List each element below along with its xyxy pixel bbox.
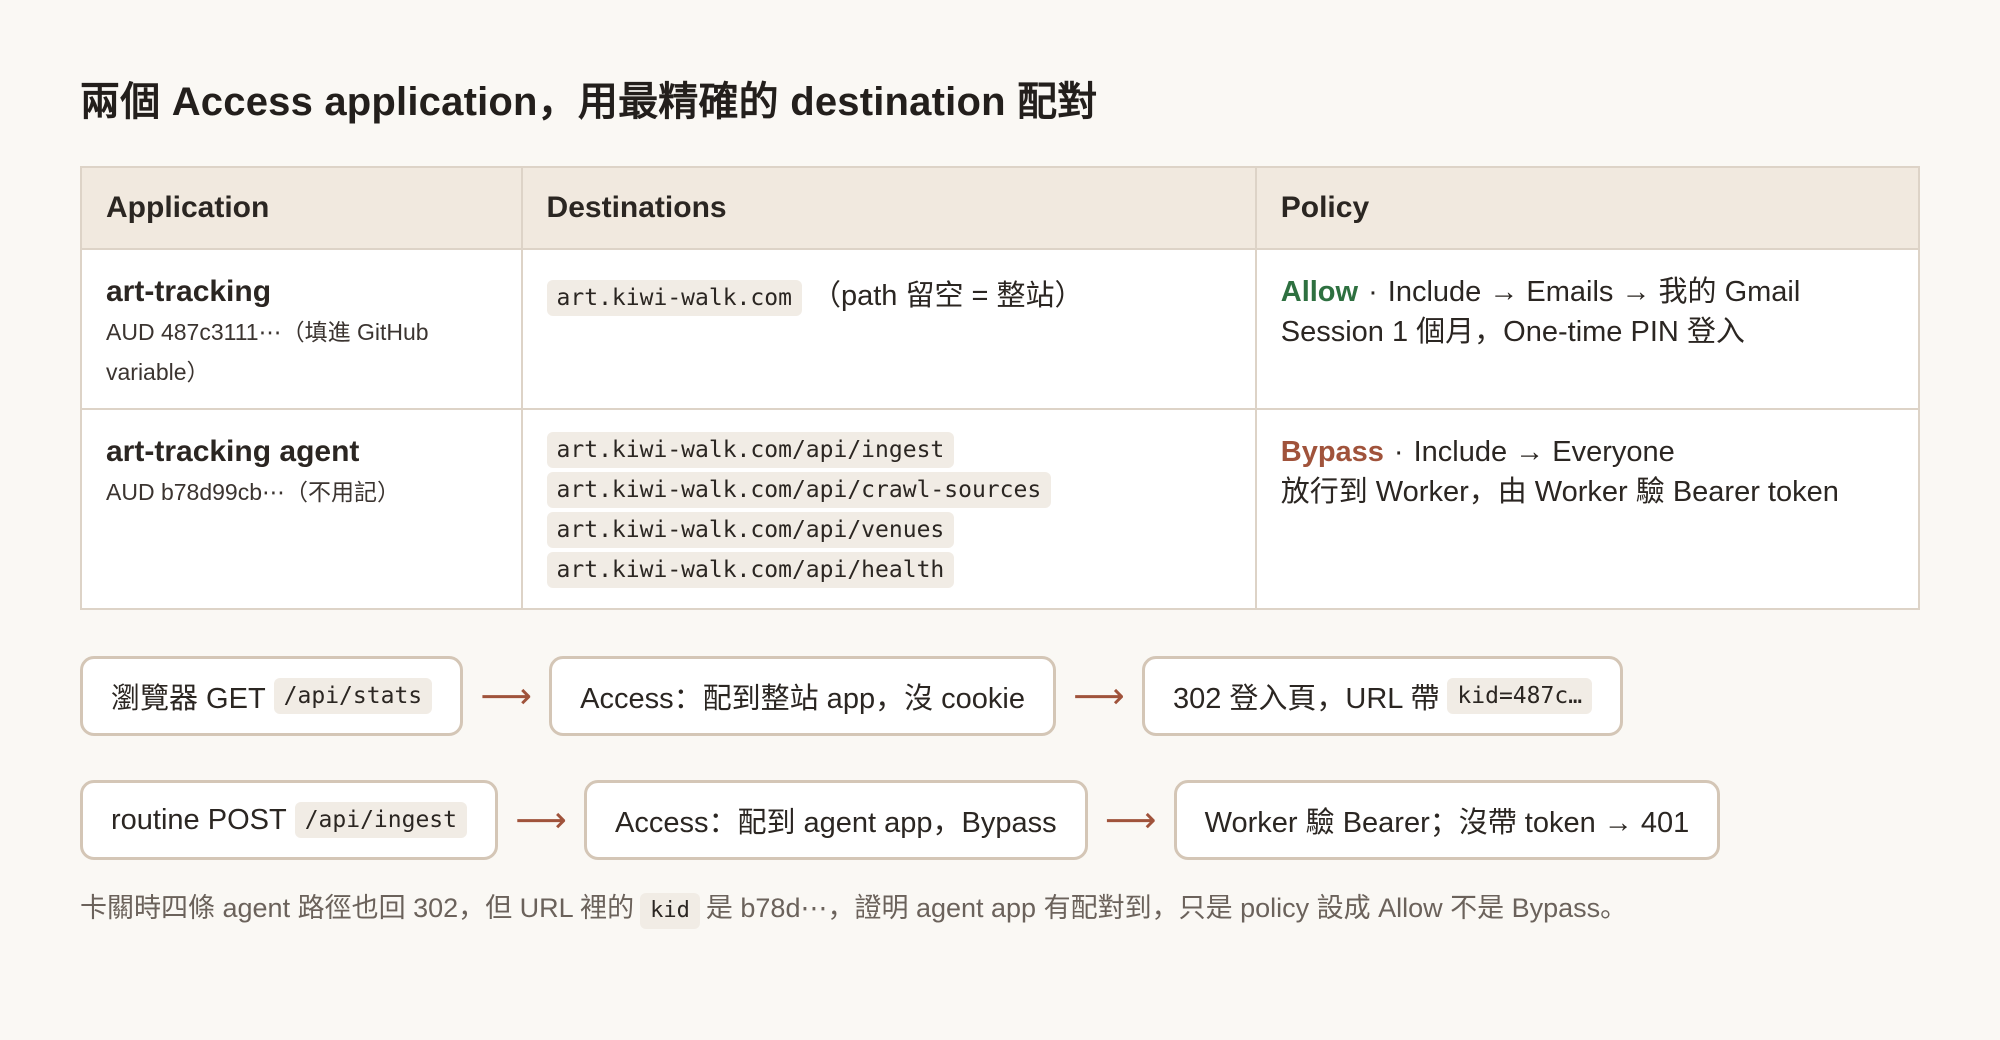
policy-action-allow: Allow xyxy=(1280,276,1359,308)
policy-rule: Include → Emails → 我的 Gmail xyxy=(1387,276,1801,308)
policy-action-bypass: Bypass xyxy=(1280,436,1384,468)
arrow-right-icon: ⟶ xyxy=(515,799,567,840)
flow-step-access: Access：配到整站 app，沒 cookie xyxy=(549,656,1056,736)
arrow-right-icon: ⟶ xyxy=(1073,675,1125,716)
table-row: art-tracking agent AUD b78d99cb⋯（不用記） ar… xyxy=(80,408,1921,610)
request-path-code: /api/ingest xyxy=(294,802,468,838)
flow-routine: routine POST/api/ingest ⟶ Access：配到 agen… xyxy=(80,780,1920,860)
policy-detail: 放行到 Worker，由 Worker 驗 Bearer token xyxy=(1280,476,1839,508)
header-destinations: Destinations xyxy=(520,166,1257,250)
access-applications-table: Application Destinations Policy art-trac… xyxy=(80,166,1921,610)
page-title: 兩個 Access application，用最精確的 destination … xyxy=(80,80,1098,124)
policy-rule: Include → Everyone xyxy=(1413,436,1675,468)
flow-step-result: Worker 驗 Bearer；沒帶 token → 401 xyxy=(1173,780,1721,860)
application-aud: AUD b78d99cb⋯（不用記） xyxy=(106,479,400,505)
policy-cell: Allow · Include → Emails → 我的 Gmail Sessio… xyxy=(1254,248,1921,410)
arrow-right-icon: ⟶ xyxy=(480,675,532,716)
page: 兩個 Access application，用最精確的 destination … xyxy=(0,0,2000,929)
destination-code: art.kiwi-walk.com/api/crawl-sources xyxy=(546,472,1052,508)
policy-detail: Session 1 個月，One-time PIN 登入 xyxy=(1280,316,1745,348)
flow-browser: 瀏覽器 GET/api/stats ⟶ Access：配到整站 app，沒 co… xyxy=(80,656,1920,736)
application-cell: art-tracking AUD 487c3111⋯（填進 GitHub var… xyxy=(80,248,523,410)
destinations-cell: art.kiwi-walk.com/api/ingest art.kiwi-wa… xyxy=(520,408,1257,610)
separator-dot: · xyxy=(1368,276,1378,308)
header-application: Application xyxy=(80,166,523,250)
arrow-right-icon: ⟶ xyxy=(1104,799,1157,840)
application-name: art-tracking xyxy=(106,275,272,308)
application-cell: art-tracking agent AUD b78d99cb⋯（不用記） xyxy=(80,408,523,610)
application-name: art-tracking agent xyxy=(106,435,360,468)
table-header-row: Application Destinations Policy xyxy=(80,166,1921,250)
destination-note: （path 留空 = 整站） xyxy=(811,280,1084,312)
destinations-cell: art.kiwi-walk.com （path 留空 = 整站） xyxy=(520,248,1257,410)
separator-dot: · xyxy=(1393,436,1404,468)
flow-step-request: 瀏覽器 GET/api/stats xyxy=(80,656,464,736)
kid-code: kid=487c… xyxy=(1447,678,1593,714)
application-aud: AUD 487c3111⋯（填進 GitHub variable） xyxy=(106,319,429,385)
destination-code: art.kiwi-walk.com xyxy=(546,280,802,316)
header-policy: Policy xyxy=(1254,166,1921,250)
flow-step-request: routine POST/api/ingest xyxy=(80,780,499,860)
destination-code: art.kiwi-walk.com/api/venues xyxy=(546,512,955,548)
kid-code: kid xyxy=(640,893,700,929)
flow-step-result: 302 登入頁，URL 帶 kid=487c… xyxy=(1141,656,1624,736)
destination-code: art.kiwi-walk.com/api/health xyxy=(546,552,955,588)
policy-cell: Bypass · Include → Everyone 放行到 Worker，由 W… xyxy=(1254,408,1921,610)
flow-step-access: Access：配到 agent app，Bypass xyxy=(584,780,1088,860)
request-path-code: /api/stats xyxy=(273,678,433,714)
footnote: 卡關時四條 agent 路徑也回 302，但 URL 裡的 kid 是 b78d⋯，… xyxy=(80,888,1920,929)
table-row: art-tracking AUD 487c3111⋯（填進 GitHub var… xyxy=(80,248,1921,410)
destination-code: art.kiwi-walk.com/api/ingest xyxy=(546,432,955,468)
